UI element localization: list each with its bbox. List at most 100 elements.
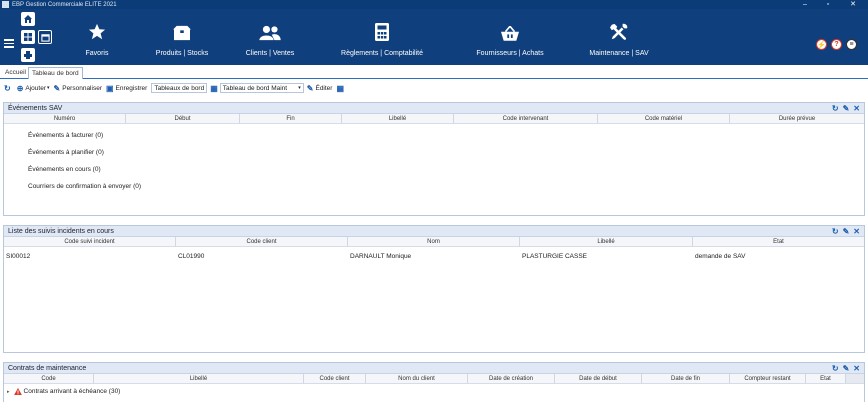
table-header: Numéro Début Fin Libellé Code intervenan… [4, 114, 864, 124]
close-icon[interactable]: ✕ [853, 104, 860, 113]
column-header[interactable]: Libellé [342, 114, 454, 123]
people-icon [240, 9, 300, 41]
help-icon[interactable]: ? [831, 39, 842, 50]
nav-label: Maintenance | SAV [589, 50, 649, 57]
column-header[interactable]: Code [4, 374, 94, 383]
column-header[interactable]: Fin [240, 114, 342, 123]
dashboard-grid-icon: ▦ [210, 83, 218, 93]
print-icon[interactable] [21, 48, 35, 62]
save-button[interactable]: ▣ Enregistrer [106, 84, 147, 93]
boxes-icon [152, 9, 212, 41]
column-header[interactable]: Date de fin [642, 374, 730, 383]
table-cell: PLASTURGIE CASSE [522, 252, 588, 260]
pencil-icon[interactable]: ✎ [843, 104, 850, 113]
table-cell: DARNAULT Monique [350, 252, 412, 260]
star-icon [79, 9, 115, 41]
nav-label: Fournisseurs | Achats [476, 50, 544, 57]
scrollbar[interactable] [846, 374, 864, 383]
column-header[interactable]: Nom [348, 237, 520, 246]
close-button[interactable]: ✕ [843, 0, 863, 9]
nav-clients-ventes[interactable]: Clients | Ventes [240, 9, 300, 65]
close-icon[interactable]: ✕ [853, 227, 860, 236]
column-header[interactable]: Code intervenant [454, 114, 598, 123]
add-button[interactable]: ⊕ Ajouter ▾ [17, 84, 50, 93]
refresh-button[interactable]: ↻ [4, 84, 13, 93]
panel-title: Événements SAV [8, 104, 63, 112]
group-row[interactable]: Événements à planifier (0) [28, 149, 104, 156]
board-select-value: Tableau de bord Maint [222, 84, 288, 92]
nav-label: Favoris [85, 50, 109, 57]
column-header[interactable]: Code client [304, 374, 366, 383]
grid-icon[interactable] [21, 30, 35, 44]
column-header[interactable]: Code client [176, 237, 348, 246]
pencil-icon: ✎ [53, 83, 61, 93]
refresh-icon[interactable]: ↻ [832, 104, 839, 113]
group-row[interactable]: Courriers de confirmation à envoyer (0) [28, 183, 141, 190]
add-icon: ⊕ [16, 83, 24, 93]
nav-label: Clients | Ventes [245, 50, 295, 57]
calendar-icon[interactable] [38, 30, 52, 44]
column-header[interactable]: Numéro [4, 114, 126, 123]
customize-button[interactable]: ✎ Personnaliser [54, 84, 102, 93]
group-row[interactable]: Événements en cours (0) [28, 166, 101, 173]
warning-icon [13, 388, 22, 395]
column-header[interactable]: Nom du client [366, 374, 468, 383]
calculator-icon [332, 9, 432, 41]
restore-button[interactable]: ▫ [818, 0, 838, 9]
column-header[interactable]: Etat [693, 237, 864, 246]
column-header[interactable]: Libellé [520, 237, 693, 246]
nav-favoris[interactable]: Favoris [79, 9, 115, 65]
board-label-field: Tableaux de bord [151, 83, 208, 93]
column-header[interactable]: Etat [806, 374, 846, 383]
panel-suivis-incidents: Liste des suivis incidents en cours ↻ ✎ … [3, 225, 865, 353]
group-row[interactable]: Événements à facturer (0) [28, 132, 103, 139]
table-header: Code Libellé Code client Nom du client D… [4, 374, 864, 384]
menu-icon[interactable] [4, 39, 14, 50]
column-header[interactable]: Date de création [468, 374, 555, 383]
nav-fournisseurs-achats[interactable]: Fournisseurs | Achats [470, 9, 550, 65]
panel-header: Liste des suivis incidents en cours ↻ ✎ … [4, 226, 864, 237]
chevron-down-icon: ▾ [47, 85, 50, 91]
title-bar: EBP Gestion Commerciale ELITE 2021 – ▫ ✕ [0, 0, 868, 9]
edit-button[interactable]: ✎ Éditer [307, 84, 333, 93]
add-label: Ajouter [25, 84, 47, 92]
collapse-icon[interactable]: ▸ [7, 389, 10, 395]
save-label: Enregistrer [115, 84, 148, 92]
board-select[interactable]: Tableau de bord Maint ▾ [219, 83, 304, 93]
nav-maintenance-sav[interactable]: Maintenance | SAV [580, 9, 658, 65]
ribbon-right-icons: ⚡ ? ≡ [816, 39, 857, 50]
table-row[interactable]: SI00012 CL01990 DARNAULT Monique PLASTUR… [4, 251, 864, 261]
main-ribbon: ⚡ ? ≡ [0, 9, 868, 65]
column-header[interactable]: Date de début [555, 374, 642, 383]
refresh-icon[interactable]: ↻ [832, 364, 839, 373]
basket-icon [470, 9, 550, 41]
customize-label: Personnaliser [62, 84, 102, 92]
document-tabs: Accueil Tableau de bord [0, 65, 868, 79]
tab-tableau-de-bord[interactable]: Tableau de bord [28, 67, 83, 79]
nav-produits-stocks[interactable]: Produits | Stocks [152, 9, 212, 65]
column-header[interactable]: Début [126, 114, 240, 123]
column-header[interactable]: Compteur restant [730, 374, 806, 383]
column-header[interactable]: Libellé [94, 374, 304, 383]
column-header[interactable]: Durée prévue [730, 114, 864, 123]
pencil-icon: ✎ [306, 83, 314, 93]
layout-grid-icon[interactable]: ▦ [336, 84, 344, 93]
lightning-icon[interactable]: ⚡ [816, 39, 827, 50]
refresh-icon[interactable]: ↻ [832, 227, 839, 236]
group-label: Contrats arrivant à échéance (30) [23, 388, 121, 395]
pencil-icon[interactable]: ✎ [843, 364, 850, 373]
column-header[interactable]: Code matériel [598, 114, 730, 123]
minimize-button[interactable]: – [795, 0, 815, 9]
tab-accueil[interactable]: Accueil [2, 67, 29, 79]
nav-label: Produits | Stocks [155, 50, 209, 57]
group-row[interactable]: ▸ Contrats arrivant à échéance (30) [7, 388, 120, 395]
nav-reglements-comptabilite[interactable]: Règlements | Comptabilité [332, 9, 432, 65]
settings-icon[interactable]: ≡ [846, 39, 857, 50]
panel-contrats-maintenance: Contrats de maintenance ↻ ✎ ✕ Code Libel… [3, 362, 865, 402]
home-icon[interactable] [21, 12, 35, 26]
close-icon[interactable]: ✕ [853, 364, 860, 373]
table-header: Code suivi incident Code client Nom Libe… [4, 237, 864, 247]
column-header[interactable]: Code suivi incident [4, 237, 176, 246]
pencil-icon[interactable]: ✎ [843, 227, 850, 236]
edit-label: Éditer [315, 84, 333, 92]
